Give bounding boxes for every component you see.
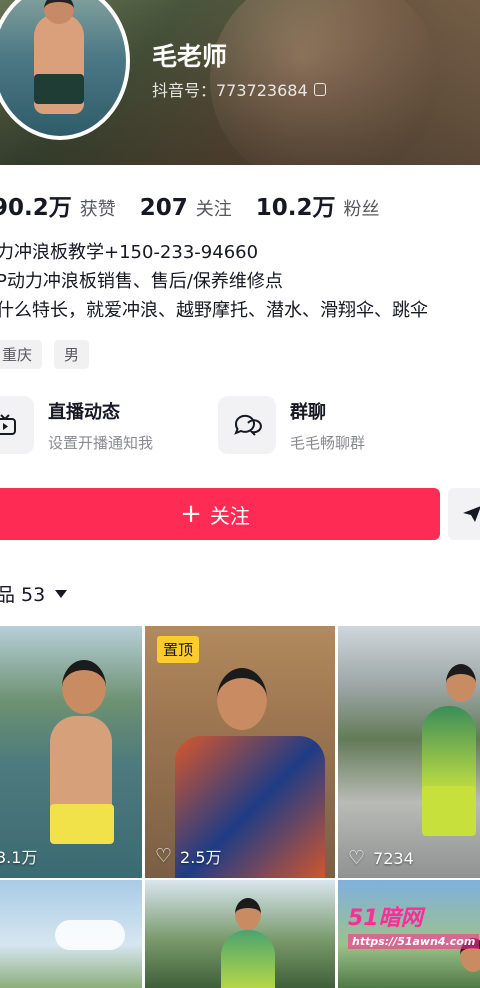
stat-following-count: 207 — [139, 195, 188, 221]
like-count: ♡ 7234 — [348, 847, 414, 869]
stat-likes: 90.2万 获赞 — [0, 188, 116, 222]
live-updates-title: 直播动态 — [48, 401, 120, 423]
video-thumbnail[interactable]: 3.1万 — [0, 626, 142, 878]
like-count: 3.1万 — [0, 844, 37, 868]
follow-button-label: 关注 — [209, 503, 250, 528]
bio-line: 力冲浪板教学+150-233-94660 — [0, 242, 259, 263]
stat-followers[interactable]: 10.2万 粉丝 — [256, 188, 380, 222]
stat-followers-label: 粉丝 — [343, 199, 380, 220]
location-tag: 重庆 — [0, 340, 43, 369]
live-updates-subtitle: 设置开播通知我 — [48, 433, 154, 452]
chat-bubbles-icon — [218, 396, 276, 454]
group-chat-card[interactable]: 群聊 毛毛畅聊群 — [218, 396, 365, 454]
stat-following-label: 关注 — [195, 199, 232, 220]
tv-icon — [0, 396, 34, 454]
works-tab-label: 品 53 — [0, 584, 46, 606]
profile-id-text: 抖音号：773723684 — [152, 81, 308, 100]
bio-line: 什么特长，就爱冲浪、越野摩托、潜水、滑翔伞、跳伞 — [0, 300, 428, 321]
works-tab[interactable]: 品 53 — [0, 580, 68, 607]
watermark: 51暗网 https://51awn4.com — [348, 900, 480, 949]
caret-down-icon — [55, 589, 68, 598]
video-likes: 7234 — [373, 849, 414, 868]
follow-button[interactable]: + 关注 — [0, 488, 440, 540]
video-likes: 3.1万 — [0, 848, 38, 867]
video-thumbnail[interactable]: ♡ 7234 — [338, 626, 480, 878]
live-updates-card[interactable]: 直播动态 设置开播通知我 — [0, 396, 153, 454]
heart-icon: ♡ — [348, 847, 366, 869]
plus-icon: + — [180, 499, 202, 529]
like-count: ♡ 2.5万 — [155, 844, 222, 868]
stat-followers-count: 10.2万 — [255, 195, 336, 221]
profile-name: 毛老师 — [152, 42, 228, 71]
watermark-logo: 51暗网 — [348, 906, 423, 931]
stat-likes-label: 获赞 — [79, 199, 116, 220]
watermark-url: https://51awn4.com — [348, 934, 480, 949]
profile-cover: 毛老师 抖音号：773723684 — [0, 0, 480, 165]
stat-following[interactable]: 207 关注 — [140, 195, 232, 221]
copy-icon[interactable] — [313, 82, 326, 96]
profile-id: 抖音号：773723684 — [152, 77, 326, 101]
paper-plane-icon — [463, 506, 480, 522]
profile-bio: 力冲浪板教学+150-233-94660 P动力冲浪板销售、售后/保养维修点 什… — [0, 238, 480, 325]
group-chat-subtitle: 毛毛畅聊群 — [290, 433, 366, 452]
gender-tag: 男 — [54, 340, 90, 369]
send-message-button[interactable] — [448, 488, 480, 540]
heart-icon: ♡ — [155, 844, 173, 867]
video-thumbnail[interactable] — [0, 880, 142, 988]
stat-likes-count: 90.2万 — [0, 195, 72, 221]
video-thumbnail[interactable]: 置顶 ♡ 2.5万 — [145, 626, 335, 878]
bio-line: P动力冲浪板销售、售后/保养维修点 — [0, 271, 283, 292]
pinned-badge: 置顶 — [157, 636, 200, 663]
video-likes: 2.5万 — [180, 848, 222, 867]
profile-stats: 90.2万 获赞 207 关注 10.2万 粉丝 — [0, 188, 404, 222]
profile-tags: 重庆 男 — [0, 340, 90, 369]
group-chat-title: 群聊 — [290, 401, 326, 423]
video-thumbnail[interactable] — [145, 880, 335, 988]
